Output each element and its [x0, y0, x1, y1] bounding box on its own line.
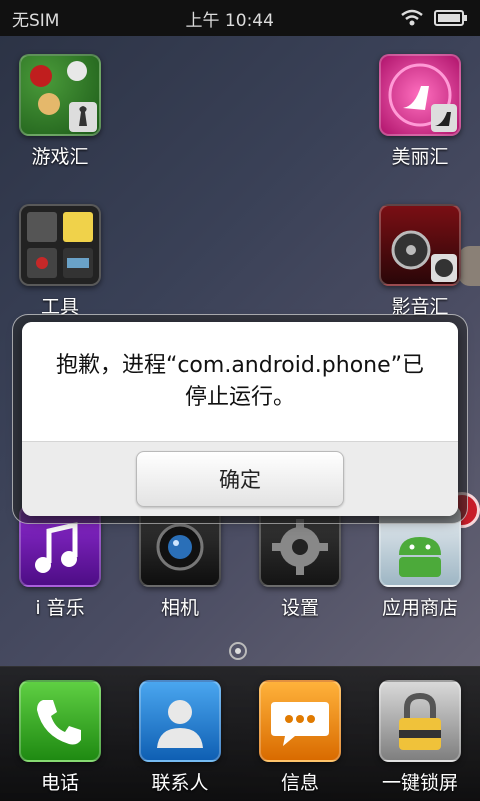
app-label: 设置 — [280, 597, 319, 619]
phone-icon — [19, 680, 101, 762]
app-label: i 音乐 — [35, 597, 85, 619]
app-media-hub[interactable]: 影音汇 — [372, 204, 468, 319]
app-label: 美丽汇 — [391, 146, 449, 168]
game-icon — [19, 54, 101, 136]
contact-icon — [139, 680, 221, 762]
high-heel-icon — [379, 54, 461, 136]
error-dialog: 抱歉，进程“com.android.phone”已 停止运行。 确定 — [22, 322, 458, 516]
page-indicator[interactable] — [229, 642, 247, 660]
app-label: 相机 — [160, 597, 199, 619]
dialog-message: 抱歉，进程“com.android.phone”已 停止运行。 — [22, 322, 458, 442]
tools-icon — [19, 204, 101, 286]
wifi-icon — [400, 9, 424, 27]
app-label: 信息 — [280, 772, 319, 794]
app-label: 联系人 — [151, 772, 209, 794]
status-icons — [400, 9, 468, 27]
carrier-label: 无SIM — [12, 10, 60, 31]
dock-contacts[interactable]: 联系人 — [132, 680, 228, 795]
app-tools[interactable]: 工具 — [12, 204, 108, 319]
dialog-message-line2: 停止运行。 — [184, 384, 295, 410]
status-bar: 无SIM 上午 10:44 — [0, 0, 480, 36]
dialog-message-line1: 抱歉，进程“com.android.phone”已 — [55, 352, 425, 378]
app-label: 应用商店 — [381, 597, 458, 619]
message-icon — [259, 680, 341, 762]
lock-icon — [379, 680, 461, 762]
dock-phone[interactable]: 电话 — [12, 680, 108, 795]
dialog-actions: 确定 — [22, 442, 458, 516]
app-label: 一键锁屏 — [381, 772, 458, 794]
clock: 上午 10:44 — [185, 10, 274, 31]
app-beauty-hub[interactable]: 美丽汇 — [372, 54, 468, 169]
dock-lock-screen[interactable]: 一键锁屏 — [372, 680, 468, 795]
battery-icon — [433, 9, 468, 27]
dock-messages[interactable]: 信息 — [252, 680, 348, 795]
app-game-hub[interactable]: 游戏汇 — [12, 54, 108, 169]
app-label: 游戏汇 — [31, 146, 89, 168]
ok-button[interactable]: 确定 — [136, 451, 344, 507]
app-label: 电话 — [40, 772, 79, 794]
film-reel-icon — [379, 204, 461, 286]
